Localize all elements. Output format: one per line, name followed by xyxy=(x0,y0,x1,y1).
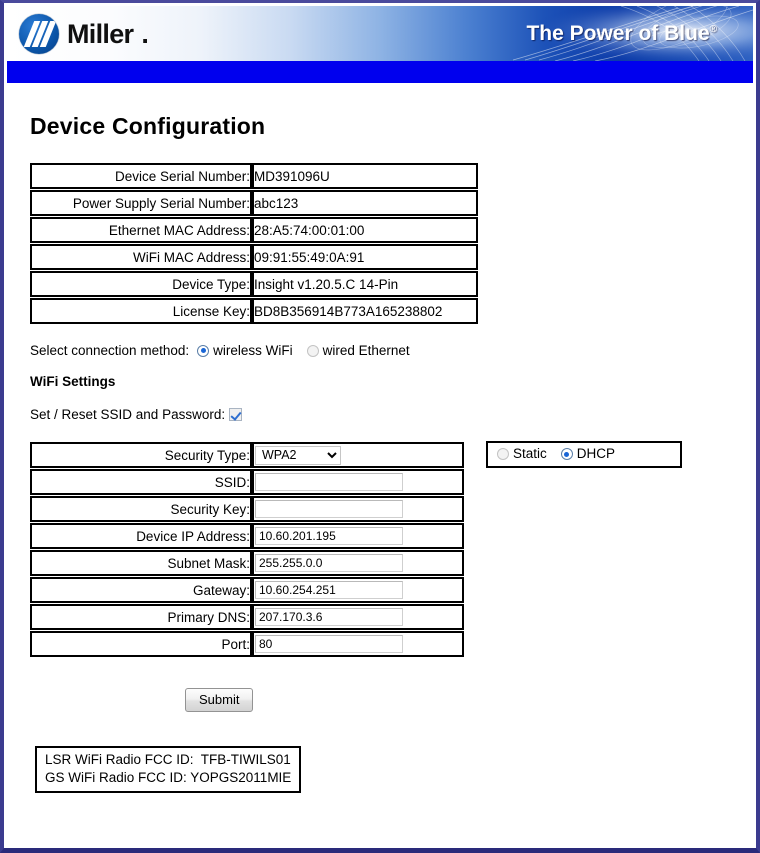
table-row: Subnet Mask: xyxy=(30,550,464,576)
license-key-value: BD8B356914B773A165238802 xyxy=(252,298,478,324)
ssid-reset-row: Set / Reset SSID and Password: xyxy=(30,407,756,422)
table-row: Device IP Address: xyxy=(30,523,464,549)
device-ip-address-label: Device IP Address: xyxy=(30,523,252,549)
radio-wired-ethernet[interactable] xyxy=(306,344,319,357)
ssid-reset-label: Set / Reset SSID and Password: xyxy=(30,407,226,422)
miller-slashes-icon xyxy=(19,14,59,54)
ethernet-mac-address-value: 28:A5:74:00:01:00 xyxy=(252,217,478,243)
ssid-input[interactable] xyxy=(255,473,403,491)
device-ip-address-input[interactable] xyxy=(255,527,403,545)
ssid-label: SSID: xyxy=(30,469,252,495)
ethernet-mac-address-label: Ethernet MAC Address: xyxy=(30,217,252,243)
ip-mode-box: Static DHCP xyxy=(486,441,682,468)
device-info-body: Device Serial Number: MD391096U Power Su… xyxy=(30,163,478,324)
subnet-mask-input[interactable] xyxy=(255,554,403,572)
gateway-cell xyxy=(252,577,464,603)
main-content: Device Configuration Device Serial Numbe… xyxy=(4,113,756,793)
table-row: License Key: BD8B356914B773A165238802 xyxy=(30,298,478,324)
table-row: Security Type: WPA2 WPA WEP Open xyxy=(30,442,464,468)
radio-dhcp[interactable] xyxy=(560,448,573,460)
table-row: Ethernet MAC Address: 28:A5:74:00:01:00 xyxy=(30,217,478,243)
wifi-settings-area: Security Type: WPA2 WPA WEP Open SSID: xyxy=(30,441,756,658)
banner-tagline: The Power of Blue® xyxy=(526,22,717,46)
ssid-cell xyxy=(252,469,464,495)
fcc-id-line-lsr: LSR WiFi Radio FCC ID: TFB-TIWILS01 xyxy=(45,752,291,767)
device-ip-address-cell xyxy=(252,523,464,549)
security-type-label: Security Type: xyxy=(30,442,252,468)
radio-wired-ethernet-label[interactable]: wired Ethernet xyxy=(323,343,410,358)
logo-wordmark: Miller xyxy=(67,18,134,49)
device-type-label: Device Type: xyxy=(30,271,252,297)
radio-wireless-wifi-label[interactable]: wireless WiFi xyxy=(213,343,293,358)
tagline-text: The Power of Blue xyxy=(526,22,710,45)
gateway-input[interactable] xyxy=(255,581,403,599)
primary-dns-input[interactable] xyxy=(255,608,403,626)
device-serial-number-label: Device Serial Number: xyxy=(30,163,252,189)
port-label: Port: xyxy=(30,631,252,657)
security-type-cell: WPA2 WPA WEP Open xyxy=(252,442,464,468)
gateway-label: Gateway: xyxy=(30,577,252,603)
security-key-cell xyxy=(252,496,464,522)
wifi-mac-address-value: 09:91:55:49:0A:91 xyxy=(252,244,478,270)
subnet-mask-label: Subnet Mask: xyxy=(30,550,252,576)
banner-spacer xyxy=(4,83,756,113)
fcc-id-line-gs: GS WiFi Radio FCC ID: YOPGS2011MIE xyxy=(45,770,292,785)
logo-period: . xyxy=(141,18,149,49)
radio-static-ip-label[interactable]: Static xyxy=(513,446,547,461)
radio-dhcp-label[interactable]: DHCP xyxy=(577,446,615,461)
table-row: Gateway: xyxy=(30,577,464,603)
device-type-value: Insight v1.20.5.C 14-Pin xyxy=(252,271,478,297)
banner-blue-bar xyxy=(7,61,753,83)
connection-method-label: Select connection method: xyxy=(30,343,190,358)
wifi-mac-address-label: WiFi MAC Address: xyxy=(30,244,252,270)
port-input[interactable] xyxy=(255,635,403,653)
table-row: Port: xyxy=(30,631,464,657)
table-row: Device Type: Insight v1.20.5.C 14-Pin xyxy=(30,271,478,297)
license-key-label: License Key: xyxy=(30,298,252,324)
power-supply-serial-number-label: Power Supply Serial Number: xyxy=(30,190,252,216)
miller-logo[interactable]: Miller . xyxy=(19,14,149,54)
submit-button[interactable]: Submit xyxy=(185,688,254,712)
wifi-settings-body: Security Type: WPA2 WPA WEP Open SSID: xyxy=(30,442,464,657)
submit-row: Submit xyxy=(30,688,756,712)
wifi-settings-table: Security Type: WPA2 WPA WEP Open SSID: xyxy=(30,441,464,658)
table-row: WiFi MAC Address: 09:91:55:49:0A:91 xyxy=(30,244,478,270)
ssid-reset-checkbox[interactable] xyxy=(229,408,243,421)
device-info-table: Device Serial Number: MD391096U Power Su… xyxy=(30,162,478,325)
table-row: SSID: xyxy=(30,469,464,495)
security-type-select[interactable]: WPA2 WPA WEP Open xyxy=(255,445,341,465)
security-key-input[interactable] xyxy=(255,500,403,518)
table-row: Power Supply Serial Number: abc123 xyxy=(30,190,478,216)
subnet-mask-cell xyxy=(252,550,464,576)
table-row: Primary DNS: xyxy=(30,604,464,630)
connection-method-row: Select connection method: wireless WiFi … xyxy=(30,343,756,358)
page-root: Miller . The Power of Blue® Device Confi… xyxy=(0,0,760,853)
fcc-id-box: LSR WiFi Radio FCC ID: TFB-TIWILS01 GS W… xyxy=(35,746,302,793)
wifi-settings-heading: WiFi Settings xyxy=(30,374,116,389)
device-serial-number-value: MD391096U xyxy=(252,163,478,189)
power-supply-serial-number-value: abc123 xyxy=(252,190,478,216)
radio-static-ip[interactable] xyxy=(497,448,509,460)
security-key-label: Security Key: xyxy=(30,496,252,522)
page-title: Device Configuration xyxy=(30,113,266,139)
tagline-registered-mark: ® xyxy=(709,24,717,35)
table-row: Device Serial Number: MD391096U xyxy=(30,163,478,189)
port-cell xyxy=(252,631,464,657)
primary-dns-label: Primary DNS: xyxy=(30,604,252,630)
radio-wireless-wifi[interactable] xyxy=(197,344,210,357)
site-banner: Miller . The Power of Blue® xyxy=(7,6,753,61)
primary-dns-cell xyxy=(252,604,464,630)
table-row: Security Key: xyxy=(30,496,464,522)
